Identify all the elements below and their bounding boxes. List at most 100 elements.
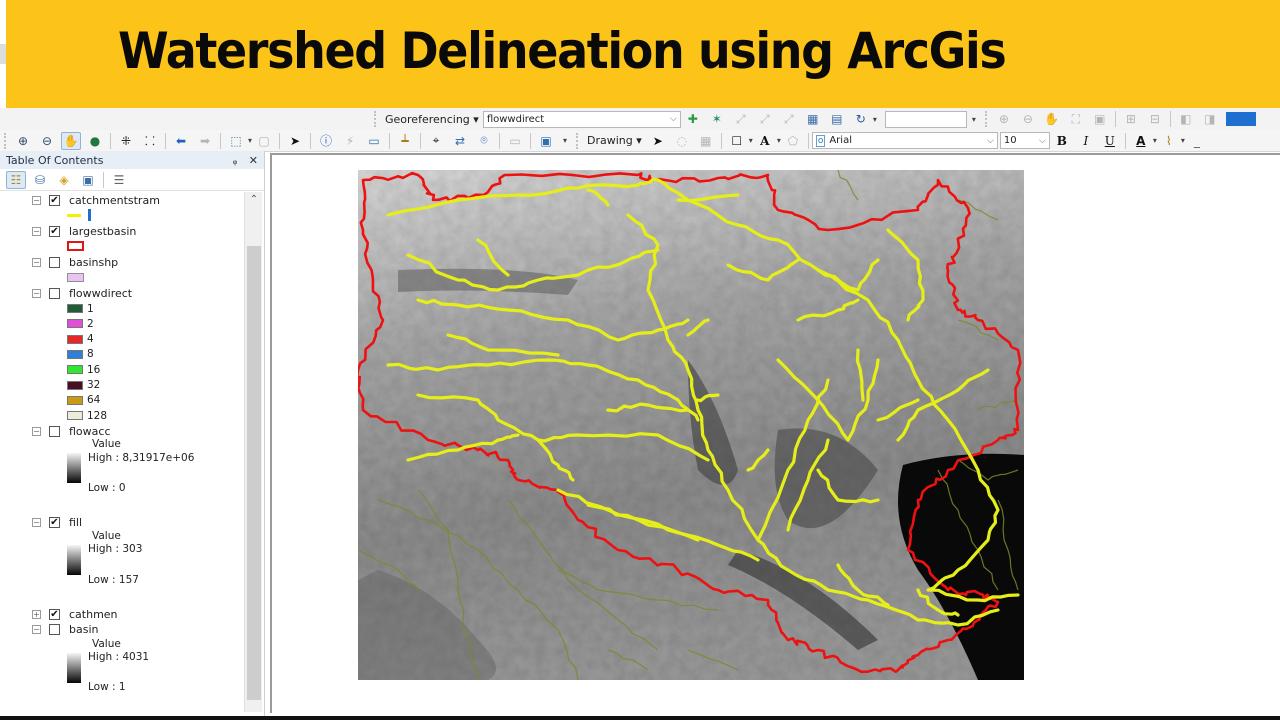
layer-visibility-checkbox[interactable] <box>49 426 60 437</box>
select-dropdown-icon[interactable]: ▾ <box>248 136 252 145</box>
collapse-icon[interactable]: − <box>32 258 41 267</box>
zoom-in-icon[interactable]: ⊕ <box>13 132 33 150</box>
go-to-xy-icon[interactable]: ⌾ <box>474 132 494 150</box>
layer-item[interactable]: + ✔ cathmen <box>0 607 118 622</box>
options-icon[interactable]: ☰ <box>109 171 129 189</box>
drawing-menu[interactable]: Drawing ▾ <box>583 134 646 147</box>
georef-layer-combo[interactable]: flowwdirect ⌵ <box>482 110 681 128</box>
full-extent-icon[interactable]: ● <box>85 132 105 150</box>
collapse-icon[interactable]: − <box>32 289 41 298</box>
collapse-icon[interactable]: − <box>32 518 41 527</box>
hyperlink-icon[interactable]: ⚡ <box>340 132 360 150</box>
layer-visibility-checkbox[interactable]: ✔ <box>49 517 60 528</box>
rotate-angle-input[interactable] <box>884 110 967 128</box>
layer-item[interactable]: − basin <box>0 622 98 637</box>
close-icon[interactable]: ✕ <box>249 154 258 167</box>
list-by-visibility-icon[interactable]: ◈ <box>54 171 74 189</box>
layer-item[interactable]: − flowacc <box>0 424 111 439</box>
underline-button[interactable]: U <box>1100 132 1120 150</box>
select-elements-icon[interactable]: ➤ <box>648 132 668 150</box>
zoom-100-icon[interactable]: ▣ <box>1090 110 1110 128</box>
clear-selection-icon[interactable]: ▢ <box>254 132 274 150</box>
italic-button[interactable]: I <box>1076 132 1096 150</box>
toolbar-options-icon[interactable]: ▾ <box>969 110 979 128</box>
layer-item[interactable]: − basinshp <box>0 255 118 270</box>
font-color-dropdown-icon[interactable]: ▾ <box>1153 136 1157 145</box>
zoom-to-selected-link-icon[interactable]: ⤢ <box>755 110 775 128</box>
toolbar-grip[interactable] <box>984 111 988 127</box>
zoom-whole-page-icon[interactable]: ⛶ <box>1066 110 1086 128</box>
back-extent-icon[interactable]: ◧ <box>1176 110 1196 128</box>
layer-visibility-checkbox[interactable] <box>49 288 60 299</box>
map-canvas[interactable] <box>358 170 1024 680</box>
collapse-icon[interactable]: − <box>32 196 41 205</box>
zoom-to-elements-icon[interactable]: ▦ <box>696 132 716 150</box>
font-combo[interactable]: o Arial ⌵ <box>811 132 998 149</box>
toolbar-grip[interactable] <box>576 132 579 149</box>
select-elements-icon[interactable]: ➤ <box>285 132 305 150</box>
georeferencing-menu[interactable]: Georeferencing ▾ <box>381 113 483 126</box>
line-color-icon[interactable]: _ <box>1187 132 1207 150</box>
layer-item[interactable]: − ✔ fill <box>0 515 82 530</box>
pin-icon[interactable]: ᵩ <box>233 154 238 167</box>
rectangle-icon[interactable]: ☐ <box>727 132 747 150</box>
layer-visibility-checkbox[interactable]: ✔ <box>49 226 60 237</box>
viewer-icon[interactable]: ▦ <box>803 110 823 128</box>
list-by-drawing-order-icon[interactable]: ☷ <box>6 170 26 189</box>
find-route-icon[interactable]: ⇄ <box>450 132 470 150</box>
scroll-up-icon[interactable]: ⌃ <box>245 194 263 208</box>
rectangle-dropdown-icon[interactable]: ▾ <box>749 136 753 145</box>
list-by-selection-icon[interactable]: ▣ <box>78 171 98 189</box>
toc-scrollbar[interactable]: ⌃ <box>244 192 262 712</box>
fixed-zoom-in-icon[interactable]: ⊞ <box>1121 110 1141 128</box>
fixed-zoom-out-icon[interactable]: ⊟ <box>1145 110 1165 128</box>
convert-to-graphics-icon[interactable]: ⬠ <box>783 132 803 150</box>
select-features-icon[interactable]: ⬚ <box>226 132 246 150</box>
create-viewer-window-icon[interactable]: ▣ <box>536 132 556 150</box>
layer-visibility-checkbox[interactable] <box>49 624 60 635</box>
measure-icon[interactable]: ┷ <box>395 132 415 150</box>
new-text-icon[interactable]: A <box>755 132 775 150</box>
find-icon[interactable]: ⌖ <box>426 132 446 150</box>
collapse-icon[interactable]: − <box>32 427 41 436</box>
link-table-icon[interactable]: ▤ <box>827 110 847 128</box>
fill-color-dropdown-icon[interactable]: ▾ <box>1181 136 1185 145</box>
text-dropdown-icon[interactable]: ▾ <box>777 136 781 145</box>
auto-registration-icon[interactable]: ✶ <box>707 110 727 128</box>
add-control-points-icon[interactable]: ✚ <box>683 110 703 128</box>
bold-button[interactable]: B <box>1052 132 1072 150</box>
time-slider-icon[interactable]: ▭ <box>505 132 525 150</box>
forward-extent-icon[interactable]: ◨ <box>1200 110 1220 128</box>
scroll-thumb[interactable] <box>247 246 261 700</box>
rotate-element-icon[interactable]: ◌ <box>672 132 692 150</box>
rotate-icon[interactable]: ↻ <box>851 110 871 128</box>
layout-pan-icon[interactable]: ✋ <box>1042 110 1062 128</box>
layer-visibility-checkbox[interactable] <box>49 257 60 268</box>
go-back-icon[interactable]: ⬅ <box>171 132 191 150</box>
layer-visibility-checkbox[interactable]: ✔ <box>49 609 60 620</box>
html-popup-icon[interactable]: ▭ <box>364 132 384 150</box>
fixed-zoom-in-icon[interactable]: ⁜ <box>116 132 136 150</box>
fill-color-icon[interactable]: ⌇ <box>1159 132 1179 150</box>
delete-link-icon[interactable]: ⤢ <box>779 110 799 128</box>
zoom-percent-box[interactable] <box>1225 112 1256 126</box>
pan-icon[interactable]: ✋ <box>61 131 81 150</box>
expand-icon[interactable]: + <box>32 610 41 619</box>
toolbar-grip[interactable] <box>374 111 377 127</box>
collapse-icon[interactable]: − <box>32 227 41 236</box>
collapse-icon[interactable]: − <box>32 625 41 634</box>
layer-visibility-checkbox[interactable]: ✔ <box>49 195 60 206</box>
font-color-button[interactable]: A <box>1131 132 1151 150</box>
layer-item[interactable]: − ✔ catchmentstram <box>0 193 160 208</box>
toolbar-grip[interactable] <box>4 132 7 149</box>
layer-item[interactable]: − flowwdirect <box>0 286 132 301</box>
go-forward-icon[interactable]: ➡ <box>195 132 215 150</box>
layout-zoom-in-icon[interactable]: ⊕ <box>994 110 1014 128</box>
list-by-source-icon[interactable]: ⛁ <box>30 171 50 189</box>
rotate-dropdown-icon[interactable]: ▾ <box>873 115 877 124</box>
layer-item[interactable]: − ✔ largestbasin <box>0 224 136 239</box>
layout-zoom-out-icon[interactable]: ⊖ <box>1018 110 1038 128</box>
toolbar-options-icon[interactable]: ▾ <box>560 132 570 150</box>
select-link-icon[interactable]: ⤢ <box>731 110 751 128</box>
font-size-combo[interactable]: 10 ⌵ <box>999 132 1050 149</box>
